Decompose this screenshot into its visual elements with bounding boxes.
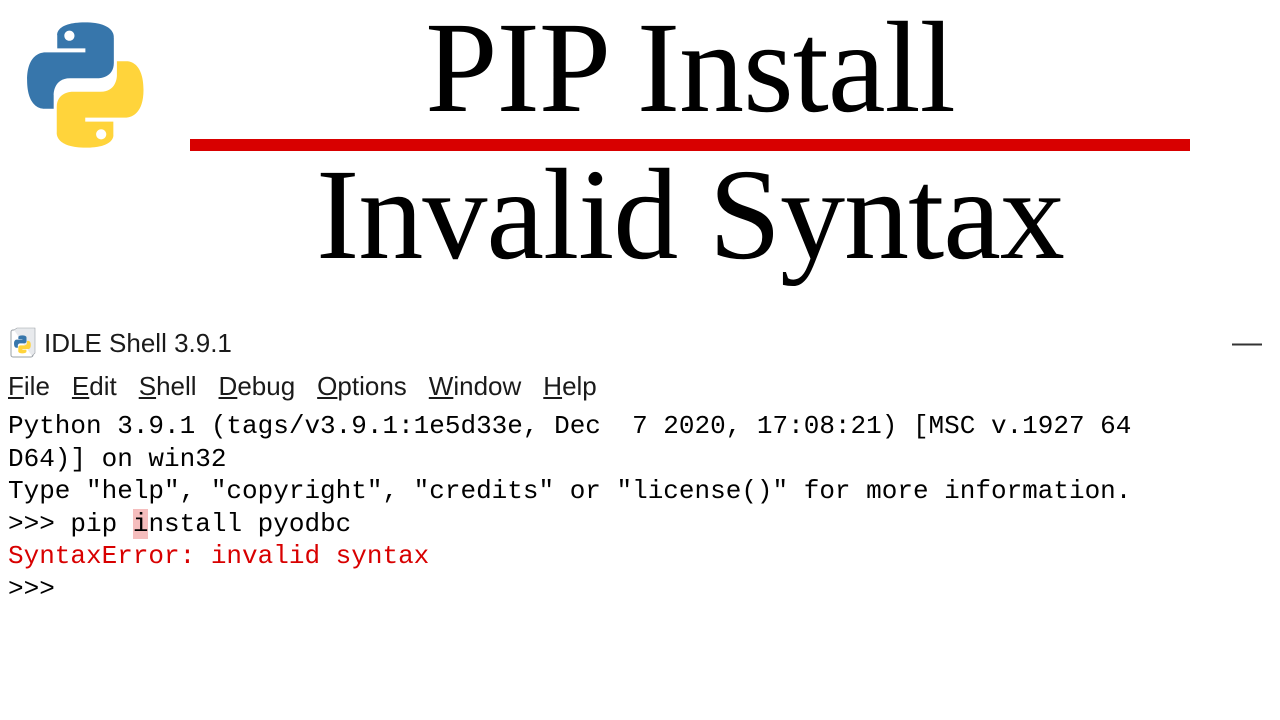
menu-debug[interactable]: Debug: [219, 371, 296, 402]
shell-prompt: >>>: [8, 509, 70, 539]
shell-cmd-post: nstall pyodbc: [148, 509, 351, 539]
heading-top: PIP Install: [160, 0, 1220, 137]
shell-output[interactable]: Python 3.9.1 (tags/v3.9.1:1e5d33e, Dec 7…: [0, 408, 1280, 605]
menu-file[interactable]: File: [8, 371, 50, 402]
shell-cmd-pre: pip: [70, 509, 132, 539]
heading-bottom: Invalid Syntax: [160, 147, 1220, 284]
shell-cmd-error-highlight: i: [133, 509, 149, 539]
shell-banner-line-2: D64)] on win32: [8, 444, 226, 474]
shell-banner-line-3: Type "help", "copyright", "credits" or "…: [8, 476, 1131, 506]
window-minimize-button[interactable]: —: [1224, 328, 1270, 358]
idle-window: IDLE Shell 3.9.1 — File Edit Shell Debug…: [0, 323, 1280, 605]
window-titlebar: IDLE Shell 3.9.1 —: [0, 323, 1280, 363]
menu-help[interactable]: Help: [543, 371, 596, 402]
menubar: File Edit Shell Debug Options Window Hel…: [0, 363, 1280, 408]
shell-banner-line-1: Python 3.9.1 (tags/v3.9.1:1e5d33e, Dec 7…: [8, 411, 1131, 441]
idle-app-icon: [8, 327, 36, 359]
menu-edit[interactable]: Edit: [72, 371, 117, 402]
python-logo-icon: [20, 20, 150, 150]
menu-options[interactable]: Options: [317, 371, 407, 402]
menu-shell[interactable]: Shell: [139, 371, 197, 402]
menu-window[interactable]: Window: [429, 371, 521, 402]
window-title: IDLE Shell 3.9.1: [44, 328, 1224, 359]
shell-error-line: SyntaxError: invalid syntax: [8, 541, 429, 571]
shell-prompt-2: >>>: [8, 574, 55, 604]
